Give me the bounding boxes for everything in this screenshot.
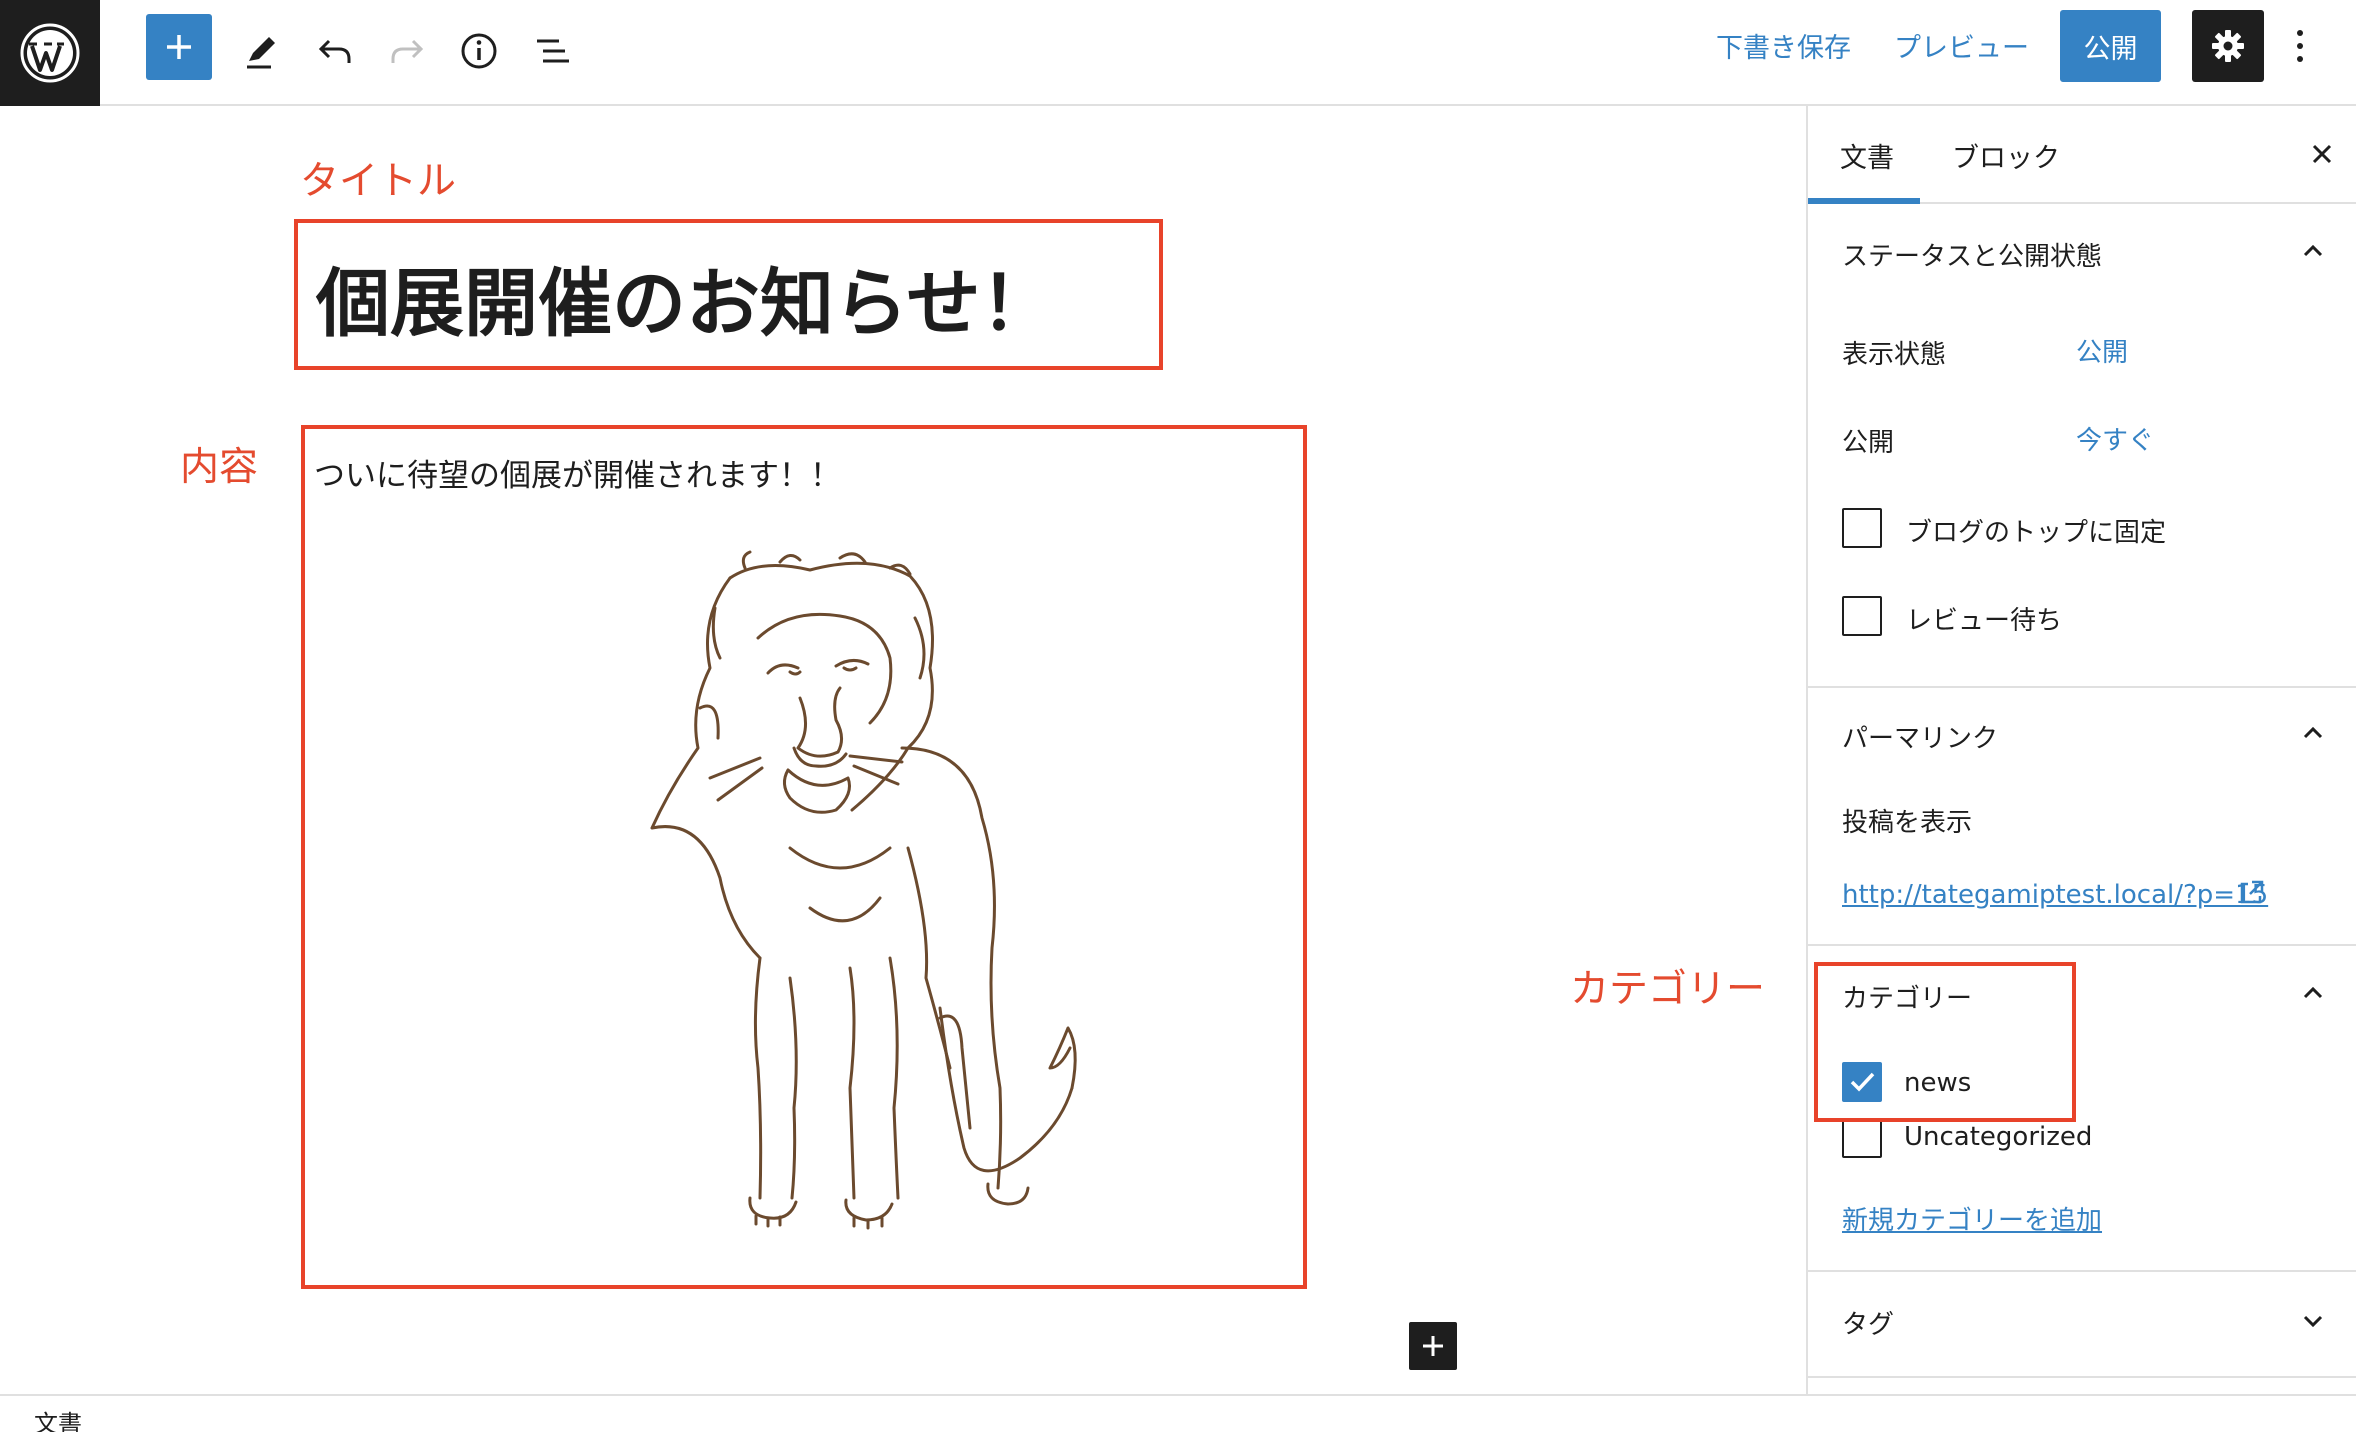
category-highlight-box	[1814, 962, 2076, 1122]
permalink-url-link[interactable]: http://tategamiptest.local/?p=15	[1842, 880, 2268, 910]
gear-icon	[2212, 30, 2244, 62]
image-block[interactable]	[640, 548, 1150, 1248]
publish-label: 公開	[1842, 428, 1895, 458]
lion-sketch-image	[650, 550, 1077, 1230]
plus-icon	[167, 35, 191, 59]
tab-block[interactable]: ブロック	[1952, 136, 2060, 175]
visibility-label: 表示状態	[1842, 340, 1947, 370]
undo-icon	[318, 39, 351, 63]
permalink-panel-title[interactable]: パーマリンク	[1842, 718, 1998, 755]
tools-button[interactable]	[228, 18, 294, 84]
panel-divider	[1808, 944, 2356, 946]
sticky-checkbox-label[interactable]: ブログのトップに固定	[1906, 512, 2166, 549]
pencil-icon	[247, 37, 275, 69]
paragraph-block[interactable]: ついに待望の個展が開催されます！！	[314, 450, 841, 495]
panel-divider	[1808, 1376, 2356, 1378]
details-button[interactable]	[446, 18, 512, 84]
category-checkbox-uncategorized[interactable]	[1842, 1118, 1882, 1158]
sticky-checkbox[interactable]	[1842, 508, 1882, 548]
annotation-title: タイトル	[300, 159, 457, 204]
close-sidebar-button[interactable]	[2304, 136, 2340, 172]
block-breadcrumb-bar: 文書	[0, 1394, 2356, 1432]
add-new-category-link[interactable]: 新規カテゴリーを追加	[1842, 1200, 2102, 1237]
block-inserter-button[interactable]	[1409, 1322, 1457, 1370]
settings-button[interactable]	[2192, 10, 2264, 82]
save-draft-button[interactable]: 下書き保存	[1716, 26, 1851, 65]
post-title-input[interactable]: 個展開催のお知らせ！	[316, 244, 1055, 351]
tags-panel-title[interactable]: タグ	[1842, 1304, 1894, 1341]
chevron-up-icon[interactable]	[2298, 978, 2328, 1008]
chevron-up-icon[interactable]	[2298, 718, 2328, 748]
visibility-toggle[interactable]: 公開	[2076, 332, 2128, 369]
list-view-icon	[537, 39, 569, 63]
annotation-content: 内容	[180, 445, 259, 490]
breadcrumb-document[interactable]: 文書	[34, 1404, 82, 1432]
plus-icon	[1423, 1336, 1443, 1356]
settings-sidebar: 文書 ブロック ステータスと公開状態 表示状態 公開 公開 今すぐ ブログのトッ…	[1806, 106, 2356, 1394]
publish-date-toggle[interactable]: 今すぐ	[2076, 420, 2154, 457]
redo-icon	[391, 39, 424, 63]
panel-divider	[1808, 1270, 2356, 1272]
category-label-uncategorized[interactable]: Uncategorized	[1904, 1122, 2092, 1152]
wordpress-logo-icon[interactable]	[0, 0, 100, 106]
editor-top-toolbar: 下書き保存 プレビュー 公開	[0, 0, 2356, 106]
close-icon	[2312, 144, 2332, 164]
preview-button[interactable]: プレビュー	[1894, 26, 2029, 65]
panel-divider	[1808, 686, 2356, 688]
info-icon	[461, 33, 497, 69]
chevron-down-icon[interactable]	[2298, 1306, 2328, 1336]
view-post-label: 投稿を表示	[1842, 808, 1973, 838]
chevron-up-icon[interactable]	[2298, 236, 2328, 266]
annotation-category: カテゴリー	[1570, 967, 1766, 1012]
more-options-button[interactable]	[2282, 18, 2318, 74]
pending-review-checkbox[interactable]	[1842, 596, 1882, 636]
external-link-icon[interactable]	[2236, 878, 2266, 912]
sidebar-tabs: 文書 ブロック	[1808, 106, 2356, 204]
redo-button[interactable]	[374, 18, 440, 84]
undo-button[interactable]	[302, 18, 368, 84]
pending-review-checkbox-label[interactable]: レビュー待ち	[1906, 600, 2062, 637]
list-view-button[interactable]	[520, 18, 586, 84]
status-panel-title[interactable]: ステータスと公開状態	[1842, 236, 2102, 273]
publish-button[interactable]: 公開	[2060, 10, 2161, 82]
more-vertical-icon	[2297, 30, 2303, 62]
add-block-button[interactable]	[146, 14, 212, 80]
tab-document[interactable]: 文書	[1840, 136, 1894, 175]
active-tab-indicator	[1808, 198, 1920, 204]
